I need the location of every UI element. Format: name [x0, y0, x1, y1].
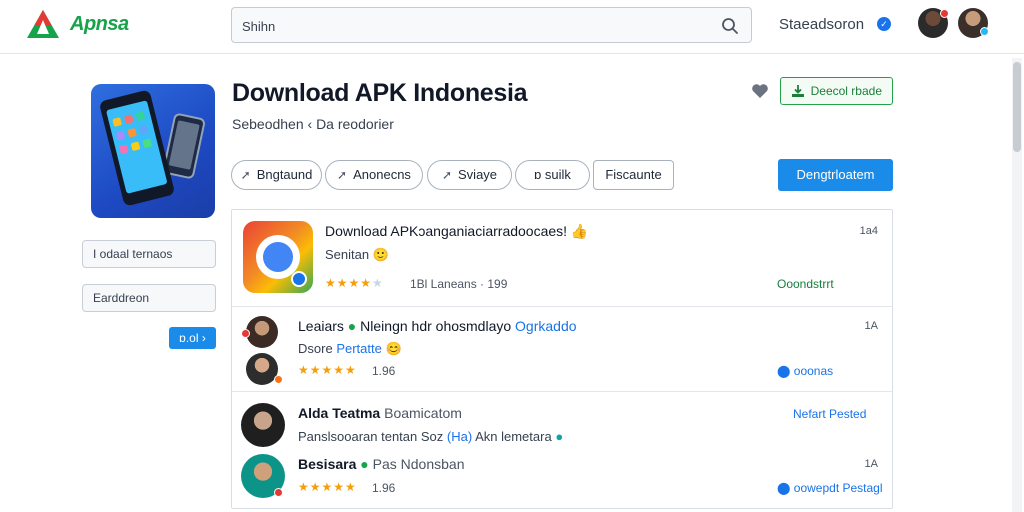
red-dot-icon [241, 329, 250, 338]
emoji-icon: 😊 [385, 341, 402, 356]
review-text: Nleingn hdr ohosmdlayo [360, 318, 512, 334]
verified-icon: ● [343, 318, 361, 334]
reviewer-avatar[interactable] [246, 316, 278, 348]
download-button-label: Deecol rbade [810, 84, 882, 98]
posted-link[interactable]: Nefart Pested [793, 407, 866, 421]
star-rating-icon: ★★★★★ [298, 480, 357, 494]
pin-icon: ➚ [337, 168, 348, 182]
item-title[interactable]: Download APKɔanganiaciarradoocaes! 👍 [325, 223, 588, 240]
top-bar: Apnsa Staeadsoron ✓ [0, 0, 1024, 54]
reviewer-name: Leaiars [298, 318, 344, 334]
favorite-heart-icon[interactable] [751, 83, 769, 99]
rating-text: 1.96 [372, 364, 396, 378]
item-text-label: Dsore [298, 341, 333, 356]
star-rating-icon: ★★★★★ [325, 276, 384, 290]
reviewer-name: Alda Teatma [298, 405, 381, 421]
pin-icon: ➚ [240, 168, 251, 182]
chip-label: Fiscaunte [605, 167, 662, 182]
item-title[interactable]: Leaiars ● Nleingn hdr ohosmdlayo Ogrkadd… [298, 318, 577, 334]
page-title: Download APK Indonesia [232, 79, 528, 107]
page-subtitle: Sebeodhen ‹ Da reodorier [232, 116, 394, 132]
filter-field[interactable]: I odaal ternaos [82, 240, 216, 268]
reviewer-name: Besisara [298, 456, 357, 472]
timestamp: 1a4 [859, 225, 878, 237]
chip-tab-1[interactable]: ➚ Bngtaund [231, 160, 322, 190]
scrollbar[interactable] [1012, 58, 1022, 512]
item-text-link[interactable]: Pertatte [336, 341, 382, 356]
chip-label: ɒ suilk [534, 167, 571, 182]
item-text: Dsore Pertatte 😊 [298, 341, 402, 357]
timestamp: 1A [864, 458, 878, 470]
item-title[interactable]: Besisara ● Pas Ndonsban [298, 456, 464, 472]
location-pin-icon: ⬤ [777, 364, 791, 378]
location-pin-icon: ⬤ [777, 481, 791, 495]
brand-name[interactable]: Apnsa [70, 13, 129, 36]
app-hero-image [91, 84, 215, 218]
rating-text: 1.96 [372, 481, 396, 495]
red-dot-icon [274, 488, 283, 497]
go-button[interactable]: ɒ.ol › [169, 327, 216, 349]
status-text[interactable]: Ooondstrrt [777, 277, 834, 291]
scrollbar-thumb[interactable] [1013, 62, 1021, 152]
reviewer-meta: Pas Ndonsban [372, 456, 465, 472]
download-button[interactable]: Deecol rbade [780, 77, 893, 105]
chip-tab-4[interactable]: ɒ suilk [515, 160, 590, 190]
globe-icon: ● [555, 429, 564, 444]
chip-tab-5[interactable]: Fiscaunte [593, 160, 674, 190]
list-item[interactable]: Leaiars ● Nleingn hdr ohosmdlayo Ogrkadd… [232, 307, 892, 392]
star-rating-icon: ★★★★★ [298, 363, 357, 377]
review-text-rest: Akn lemetara [475, 429, 552, 444]
reviewer-meta: Boamicatom [384, 405, 462, 421]
notification-badge-icon [940, 9, 949, 18]
verified-icon: ● [360, 456, 369, 472]
list-item[interactable]: Alda Teatma Boamicatom Nefart Pested Pan… [232, 392, 892, 510]
reviewer-avatar[interactable] [241, 403, 285, 447]
search-box[interactable] [231, 7, 752, 43]
list-item[interactable]: Download APKɔanganiaciarradoocaes! 👍 Sen… [232, 210, 892, 307]
verified-check-icon: ✓ [877, 17, 891, 31]
category-field[interactable]: Earddreon [82, 284, 216, 312]
status-text: ooonas [793, 364, 834, 378]
chip-label: Sviaye [458, 167, 498, 182]
search-input[interactable] [242, 16, 702, 36]
rating-text: 1Bl Laneans · 199 [410, 277, 508, 291]
chrome-app-icon [243, 221, 313, 293]
item-text: Panslsooaran tentan Soz (Ha) Akn lemetar… [298, 429, 563, 444]
chip-tab-3[interactable]: ➚ Sviaye [427, 160, 512, 190]
review-text: Panslsooaran tentan Soz [298, 429, 444, 444]
orange-dot-icon [274, 375, 283, 384]
item-subtitle: Senitan 🙂 [325, 247, 389, 262]
status-link[interactable]: ⬤ oowepdt Pestagl [777, 481, 883, 495]
smartphone-illustration-icon [100, 90, 205, 206]
chip-tab-2[interactable]: ➚ Anonecns [325, 160, 423, 190]
item-title[interactable]: Alda Teatma Boamicatom [298, 405, 462, 421]
pin-icon: ➚ [441, 168, 453, 182]
online-status-icon [980, 27, 989, 36]
brand-logo-icon[interactable] [26, 8, 60, 40]
status-link[interactable]: ⬤ ooonas [777, 364, 833, 378]
review-link[interactable]: (Ha) [447, 429, 472, 444]
timestamp: 1A [864, 320, 878, 332]
primary-action-button[interactable]: Dengtrloatem [778, 159, 893, 191]
chip-label: Anonecns [353, 167, 411, 182]
review-link[interactable]: Ogrkaddo [515, 318, 576, 334]
review-list: Download APKɔanganiaciarradoocaes! 👍 Sen… [231, 209, 893, 509]
download-icon [792, 85, 804, 97]
status-text: oowepdt Pestagl [793, 481, 883, 495]
status-label[interactable]: Staeadsoron [779, 16, 864, 33]
search-icon[interactable] [721, 17, 739, 35]
chip-label: Bngtaund [256, 167, 313, 182]
